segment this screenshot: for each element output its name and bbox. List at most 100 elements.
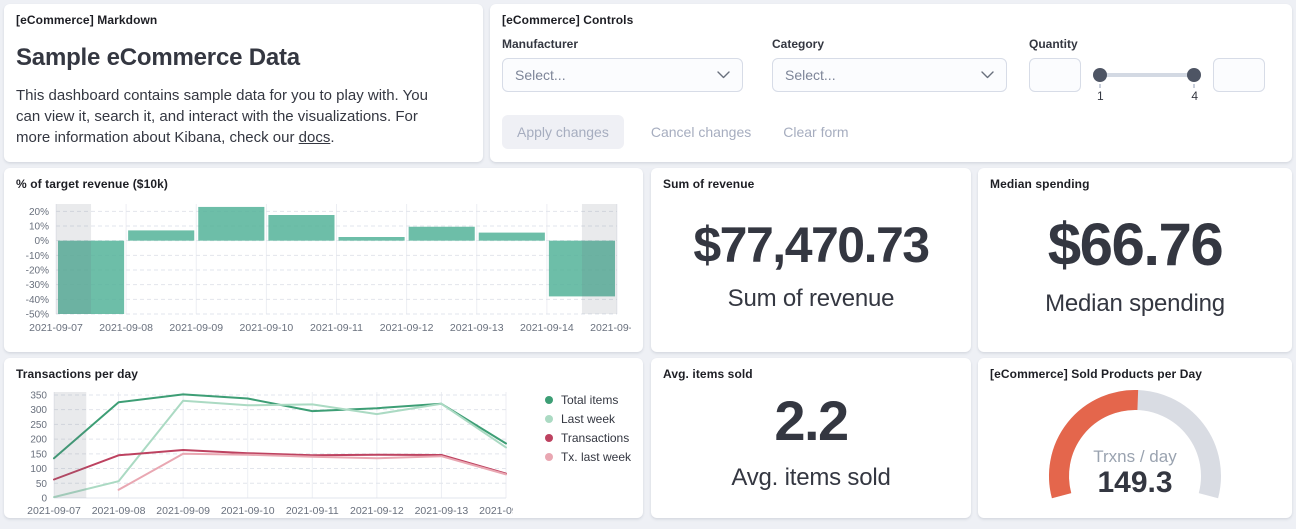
legend-item[interactable]: Transactions [545, 428, 631, 447]
slider-max-label: 4 [1191, 89, 1198, 103]
legend-label: Tx. last week [561, 450, 631, 464]
chevron-down-icon [717, 71, 730, 79]
svg-text:0%: 0% [35, 236, 50, 247]
svg-text:-30%: -30% [26, 280, 49, 291]
svg-text:150: 150 [30, 449, 47, 460]
sum-of-revenue-label: Sum of revenue [728, 285, 895, 313]
svg-text:20%: 20% [29, 207, 49, 218]
avg-items-sold-value: 2.2 [774, 393, 847, 449]
sum-of-revenue-panel: Sum of revenue $77,470.73 Sum of revenue [651, 168, 971, 352]
svg-text:50: 50 [36, 479, 48, 490]
panel-title-target-revenue: % of target revenue ($10k) [16, 177, 631, 191]
legend-dot-icon [545, 434, 553, 442]
svg-text:2021-09-08: 2021-09-08 [99, 322, 153, 334]
svg-text:149.3: 149.3 [1097, 466, 1172, 499]
legend-dot-icon [545, 453, 553, 461]
quantity-min-input[interactable] [1029, 58, 1081, 92]
legend-dot-icon [545, 415, 553, 423]
target-revenue-panel: % of target revenue ($10k) 20% 10% 0% -10% -… [4, 168, 643, 352]
docs-link[interactable]: docs [299, 129, 331, 146]
category-control: Category Select... [772, 37, 1007, 104]
panel-title-transactions: Transactions per day [16, 367, 631, 381]
slider-handle-min[interactable] [1093, 68, 1107, 82]
svg-text:Trxns / day: Trxns / day [1093, 447, 1177, 466]
svg-text:2021-09-14: 2021-09-14 [520, 322, 574, 334]
manufacturer-control: Manufacturer Select... [502, 37, 743, 104]
manufacturer-placeholder: Select... [515, 67, 566, 83]
svg-text:-50%: -50% [26, 310, 49, 321]
markdown-body: This dashboard contains sample data for … [16, 85, 471, 148]
slider-track[interactable] [1098, 73, 1196, 77]
svg-text:2021-09-07: 2021-09-07 [29, 322, 83, 334]
clear-form-button[interactable]: Clear form [783, 124, 848, 140]
category-select[interactable]: Select... [772, 58, 1007, 92]
controls-panel: [eCommerce] Controls Manufacturer Select… [490, 4, 1292, 162]
quantity-control: Quantity 1 4 [1029, 37, 1265, 104]
avg-items-sold-label: Avg. items sold [731, 464, 890, 492]
quantity-range-slider: 1 4 [1092, 58, 1202, 104]
svg-text:-40%: -40% [26, 295, 49, 306]
svg-text:300: 300 [30, 405, 47, 416]
svg-text:2021-09-10: 2021-09-10 [240, 322, 294, 334]
svg-text:2021-09-09: 2021-09-09 [169, 322, 223, 334]
markdown-panel: [eCommerce] Markdown Sample eCommerce Da… [4, 4, 483, 162]
panel-title-sold-products: [eCommerce] Sold Products per Day [990, 367, 1280, 381]
svg-text:-20%: -20% [26, 266, 49, 277]
svg-text:2021-09-07: 2021-09-07 [27, 505, 81, 517]
svg-text:2021-09-11: 2021-09-11 [310, 322, 363, 334]
chart-legend: Total items Last week Transactions Tx. last… [545, 390, 631, 466]
svg-text:2021-09-08: 2021-09-08 [92, 505, 146, 517]
svg-text:2021-09-10: 2021-09-10 [221, 505, 275, 517]
markdown-text-end: . [330, 129, 334, 146]
svg-text:10%: 10% [29, 222, 49, 233]
legend-item[interactable]: Tx. last week [545, 447, 631, 466]
legend-label: Transactions [561, 431, 629, 445]
transactions-line-chart[interactable]: 0501001502002503003502021-09-072021-09-0… [16, 388, 513, 514]
category-label: Category [772, 37, 1007, 51]
svg-text:100: 100 [30, 464, 47, 475]
legend-label: Last week [561, 412, 615, 426]
svg-text:0: 0 [41, 494, 47, 505]
median-spending-panel: Median spending $66.76 Median spending [978, 168, 1292, 352]
legend-dot-icon [545, 396, 553, 404]
chevron-down-icon [981, 71, 994, 79]
panel-title-markdown: [eCommerce] Markdown [16, 13, 471, 27]
svg-text:2021-09-14: 2021-09-14 [479, 505, 513, 517]
slider-tick-min [1099, 84, 1101, 88]
svg-text:2021-09-13: 2021-09-13 [450, 322, 504, 334]
median-spending-value: $66.76 [1048, 215, 1223, 275]
avg-items-sold-metric: 2.2 Avg. items sold [651, 372, 971, 512]
panel-title-controls: [eCommerce] Controls [502, 13, 1280, 27]
svg-text:2021-09-12: 2021-09-12 [380, 322, 434, 334]
quantity-max-input[interactable] [1213, 58, 1265, 92]
markdown-heading: Sample eCommerce Data [16, 44, 471, 72]
sum-of-revenue-metric: $77,470.73 Sum of revenue [651, 186, 971, 346]
svg-text:-10%: -10% [26, 251, 49, 262]
svg-text:2021-09-13: 2021-09-13 [415, 505, 469, 517]
sum-of-revenue-value: $77,470.73 [693, 220, 928, 270]
markdown-text: This dashboard contains sample data for … [16, 87, 428, 146]
svg-text:200: 200 [30, 435, 47, 446]
apply-changes-button[interactable]: Apply changes [502, 115, 624, 149]
legend-label: Total items [561, 393, 618, 407]
legend-item[interactable]: Total items [545, 390, 631, 409]
trxns-per-day-gauge[interactable]: Trxns / day149.3 [978, 382, 1292, 514]
slider-handle-max[interactable] [1187, 68, 1201, 82]
target-revenue-bar-chart[interactable]: 20% 10% 0% -10% -20% -30% -40% -50%2021-09-07 20… [16, 198, 631, 348]
slider-min-label: 1 [1097, 89, 1104, 103]
slider-tick-max [1193, 84, 1195, 88]
sold-products-gauge-panel: [eCommerce] Sold Products per Day Trxns … [978, 358, 1292, 518]
median-spending-label: Median spending [1045, 290, 1225, 318]
svg-text:2021-09-12: 2021-09-12 [350, 505, 404, 517]
svg-text:250: 250 [30, 420, 47, 431]
svg-text:2021-09-11: 2021-09-11 [286, 505, 339, 517]
quantity-label: Quantity [1029, 37, 1265, 51]
svg-text:2021-09-09: 2021-09-09 [156, 505, 210, 517]
manufacturer-select[interactable]: Select... [502, 58, 743, 92]
manufacturer-label: Manufacturer [502, 37, 743, 51]
legend-item[interactable]: Last week [545, 409, 631, 428]
category-placeholder: Select... [785, 67, 836, 83]
median-spending-metric: $66.76 Median spending [978, 186, 1292, 346]
cancel-changes-button[interactable]: Cancel changes [651, 124, 751, 140]
svg-text:2021-09-15: 2021-09-15 [590, 322, 631, 334]
